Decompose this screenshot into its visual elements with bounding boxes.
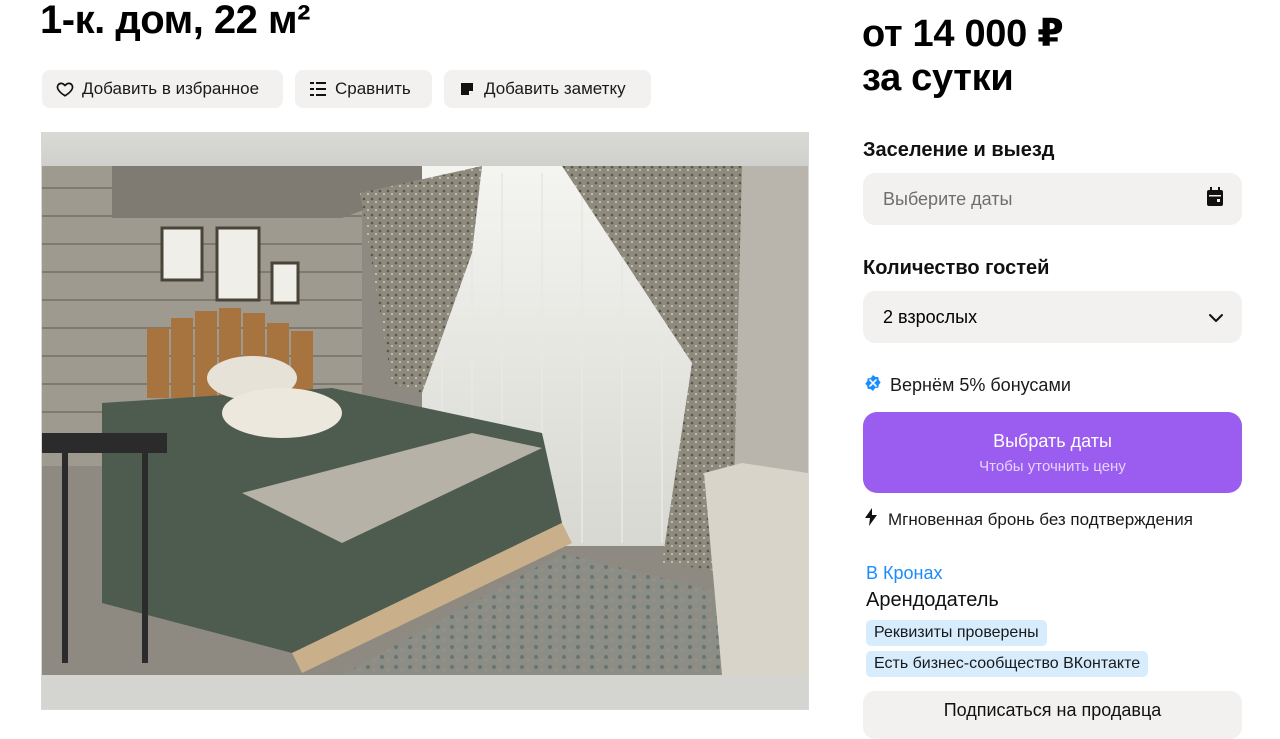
listing-title: 1-к. дом, 22 м² — [40, 0, 310, 42]
guests-select[interactable]: 2 взрослых — [863, 291, 1242, 343]
chevron-down-icon — [1208, 307, 1224, 328]
add-to-favorites-label: Добавить в избранное — [82, 79, 260, 98]
seller-badge-vk-community: Есть бизнес-сообщество ВКонтакте — [866, 651, 1149, 677]
listing-actions: Добавить в избранное Сравнить Добавить з… — [42, 70, 651, 108]
compare-list-icon — [309, 80, 327, 98]
seller-role: Арендодатель — [866, 589, 999, 611]
heart-icon — [56, 80, 74, 98]
compare-label: Сравнить — [335, 79, 411, 98]
bonus-badge-icon — [864, 374, 882, 397]
checkin-checkout-label: Заселение и выезд — [863, 139, 1055, 161]
seller-name-link[interactable]: В Кронах — [866, 563, 942, 584]
compare-button[interactable]: Сравнить — [295, 70, 432, 108]
dates-picker[interactable]: Выберите даты — [863, 173, 1242, 225]
price-value: от 14 000 ₽ — [862, 13, 1064, 55]
price-block: от 14 000 ₽ за сутки — [862, 12, 1064, 100]
select-dates-sublabel: Чтобы уточнить цену — [979, 457, 1126, 475]
dates-placeholder: Выберите даты — [883, 188, 1013, 209]
note-icon — [458, 80, 476, 98]
seller-badge-verified: Реквизиты проверены — [866, 620, 1047, 646]
listing-photo[interactable] — [41, 132, 809, 710]
add-note-label: Добавить заметку — [484, 79, 626, 98]
instant-booking-info: Мгновенная бронь без подтверждения — [864, 508, 1193, 531]
guests-value: 2 взрослых — [883, 306, 978, 327]
subscribe-seller-button[interactable]: Подписаться на продавца — [863, 691, 1242, 739]
bonus-text: Вернём 5% бонусами — [890, 375, 1071, 395]
calendar-icon — [1206, 186, 1224, 212]
guests-label: Количество гостей — [863, 257, 1050, 279]
select-dates-label: Выбрать даты — [993, 430, 1112, 451]
add-to-favorites-button[interactable]: Добавить в избранное — [42, 70, 283, 108]
select-dates-button[interactable]: Выбрать даты Чтобы уточнить цену — [863, 412, 1242, 493]
subscribe-seller-label: Подписаться на продавца — [943, 700, 1162, 720]
lightning-icon — [864, 508, 878, 531]
bonus-info: Вернём 5% бонусами — [864, 374, 1071, 397]
bedroom-photo — [42, 133, 808, 709]
price-period: за сутки — [862, 57, 1014, 99]
instant-booking-text: Мгновенная бронь без подтверждения — [888, 509, 1193, 529]
add-note-button[interactable]: Добавить заметку — [444, 70, 651, 108]
